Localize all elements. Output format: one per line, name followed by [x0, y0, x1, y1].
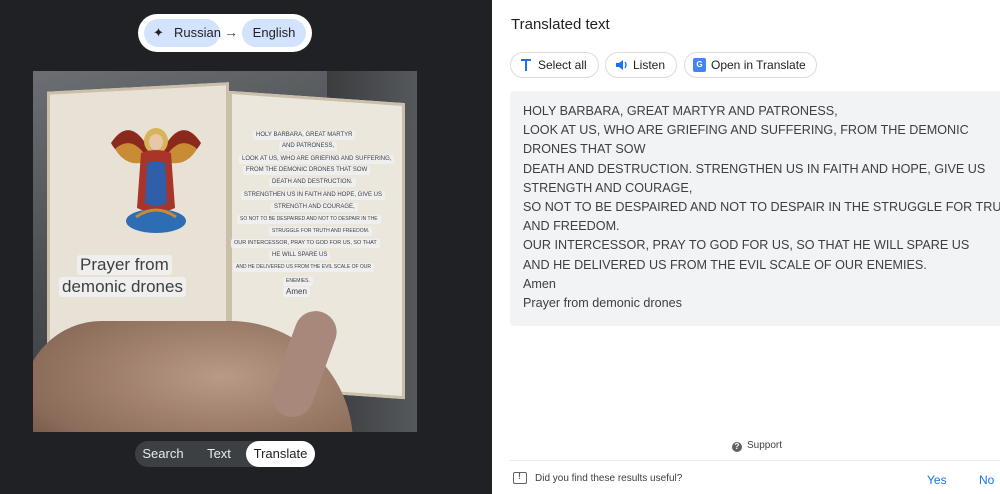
overlay-line: LOOK AT US, WHO ARE GRIEFING AND SUFFERI…: [239, 155, 395, 164]
translated-line: OUR INTERCESSOR, PRAY TO GOD FOR US, SO …: [523, 238, 970, 253]
google-translate-icon: G: [693, 58, 706, 72]
overlay-line: HE WILL SPARE US: [269, 251, 331, 260]
overlay-line: STRENGTHEN US IN FAITH AND HOPE, GIVE US: [241, 191, 386, 200]
image-pane: ✦ Russian → English HOLY BARBARA, GREAT …: [0, 0, 492, 494]
listen-label: Listen: [633, 58, 666, 72]
feedback-no-button[interactable]: No: [979, 473, 994, 487]
support-label: Support: [747, 440, 783, 451]
help-icon: ?: [732, 442, 742, 452]
open-in-translate-button[interactable]: G Open in Translate: [684, 52, 817, 78]
feedback-yes-button[interactable]: Yes: [927, 473, 947, 487]
select-all-label: Select all: [538, 58, 587, 72]
arrow-right-icon: →: [224, 24, 238, 40]
open-in-translate-label: Open in Translate: [711, 58, 806, 72]
language-selector: ✦ Russian → English: [138, 14, 312, 52]
sparkle-icon: ✦: [153, 25, 164, 40]
lens-mode-switcher: Search Text Translate: [135, 441, 315, 467]
feedback-icon: [513, 471, 527, 484]
overlay-line: FROM THE DEMONIC DRONES THAT SOW: [243, 166, 371, 175]
translated-line: Prayer from demonic drones: [523, 296, 682, 311]
overlay-caption: demonic drones: [59, 277, 186, 297]
speaker-icon: [615, 53, 629, 85]
source-language-label: Russian: [174, 25, 221, 40]
overlay-caption: Prayer from: [77, 255, 172, 275]
overlay-line: DEATH AND DESTRUCTION.: [269, 178, 356, 187]
listen-button[interactable]: Listen: [605, 52, 677, 78]
translated-line: AND HE DELIVERED US FROM THE EVIL SCALE …: [523, 257, 927, 272]
overlay-line: HOLY BARBARA, GREAT MARTYR: [253, 131, 356, 140]
feedback-question: Did you find these results useful?: [535, 473, 683, 484]
translated-photo[interactable]: HOLY BARBARA, GREAT MARTYR AND PATRONESS…: [33, 71, 417, 432]
overlay-line: STRUGGLE FOR TRUTH AND FREEDOM.: [269, 227, 373, 236]
translated-line: AND FREEDOM.: [523, 219, 620, 234]
panel-title: Translated text: [511, 16, 610, 33]
translated-line: LOOK AT US, WHO ARE GRIEFING AND SUFFERI…: [523, 123, 969, 138]
support-link[interactable]: ? Support: [732, 440, 782, 452]
overlay-line: STRENGTH AND COURAGE,: [271, 203, 358, 212]
overlay-line: SO NOT TO BE DESPAIRED AND NOT TO DESPAI…: [237, 215, 381, 224]
translated-line: HOLY BARBARA, GREAT MARTYR AND PATRONESS…: [523, 104, 838, 118]
translated-line: Amen: [523, 276, 556, 291]
translated-line: SO NOT TO BE DESPAIRED AND NOT TO DESPAI…: [523, 200, 1000, 215]
overlay-line: OUR INTERCESSOR, PRAY TO GOD FOR US, SO …: [231, 239, 380, 248]
mode-search[interactable]: Search: [135, 441, 191, 467]
translated-line: DRONES THAT SOW: [523, 142, 646, 157]
target-language-button[interactable]: English: [242, 19, 306, 47]
mode-text[interactable]: Text: [191, 441, 247, 467]
select-all-button[interactable]: Select all: [510, 52, 599, 78]
saint-icon-image: [111, 128, 201, 233]
overlay-line: AND HE DELIVERED US FROM THE EVIL SCALE …: [233, 263, 375, 272]
mode-translate[interactable]: Translate: [246, 441, 315, 467]
translated-line: STRENGTH AND COURAGE,: [523, 180, 693, 195]
target-language-label: English: [252, 25, 296, 40]
overlay-line: ENEMIES.: [283, 277, 313, 286]
translated-text-box[interactable]: HOLY BARBARA, GREAT MARTYR AND PATRONESS…: [510, 91, 1000, 326]
source-language-button[interactable]: ✦ Russian: [144, 19, 221, 47]
overlay-line: Amen: [283, 287, 310, 297]
text-t-icon: [520, 53, 532, 85]
overlay-line: AND PATRONESS,: [279, 142, 338, 151]
translation-panel: Translated text Select all Listen G Open…: [492, 0, 1000, 494]
footer-divider: [510, 460, 1000, 461]
translated-line: DEATH AND DESTRUCTION. STRENGTHEN US IN …: [523, 161, 986, 176]
